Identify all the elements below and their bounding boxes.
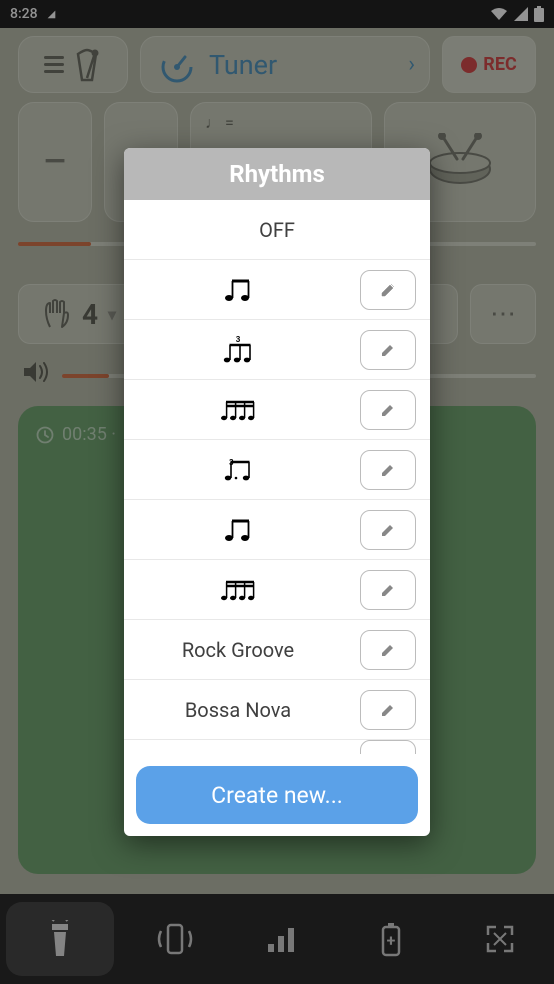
rhythm-item-bossa-nova[interactable]: Bossa Nova [124, 680, 430, 740]
pencil-icon [380, 582, 396, 598]
edit-button[interactable] [360, 570, 416, 610]
rhythm-off[interactable]: OFF [124, 200, 430, 260]
rhythm-item[interactable] [124, 380, 430, 440]
rhythm-item[interactable]: 3 [124, 320, 430, 380]
pencil-icon [380, 702, 396, 718]
edit-button[interactable] [360, 450, 416, 490]
edit-button[interactable] [360, 510, 416, 550]
edit-button[interactable] [360, 330, 416, 370]
eighth-pair-icon [124, 260, 352, 319]
pencil-icon [380, 752, 396, 754]
create-label: Create new... [211, 782, 343, 809]
create-new-button[interactable]: Create new... [136, 766, 418, 824]
eighth-pair-2-icon [124, 500, 352, 559]
rhythm-label: Rock Groove [124, 638, 352, 662]
svg-text:3: 3 [236, 335, 241, 344]
edit-button[interactable] [360, 690, 416, 730]
rhythm-item-partial[interactable] [124, 740, 430, 754]
rhythm-list[interactable]: OFF 3 [124, 200, 430, 754]
pencil-icon [380, 642, 396, 658]
sixteenth-four-2-icon [124, 560, 352, 619]
edit-button[interactable] [360, 630, 416, 670]
rhythm-label: Bossa Nova [124, 698, 352, 722]
rhythm-item-rock-groove[interactable]: Rock Groove [124, 620, 430, 680]
rhythm-item[interactable] [124, 560, 430, 620]
sixteenth-four-icon [124, 380, 352, 439]
rhythm-item[interactable]: 3 [124, 440, 430, 500]
pencil-icon [380, 342, 396, 358]
rhythms-modal: Rhythms OFF 3 [124, 148, 430, 836]
rhythm-item[interactable] [124, 260, 430, 320]
edit-button[interactable] [360, 740, 416, 754]
pencil-icon [380, 282, 396, 298]
pencil-icon [380, 522, 396, 538]
pencil-icon [380, 402, 396, 418]
modal-title: Rhythms [124, 148, 430, 200]
dotted-eighth-icon: 3 [124, 440, 352, 499]
edit-button[interactable] [360, 390, 416, 430]
off-label: OFF [259, 218, 295, 242]
triplet-icon: 3 [124, 320, 352, 379]
edit-button[interactable] [360, 270, 416, 310]
rhythm-item[interactable] [124, 500, 430, 560]
pencil-icon [380, 462, 396, 478]
